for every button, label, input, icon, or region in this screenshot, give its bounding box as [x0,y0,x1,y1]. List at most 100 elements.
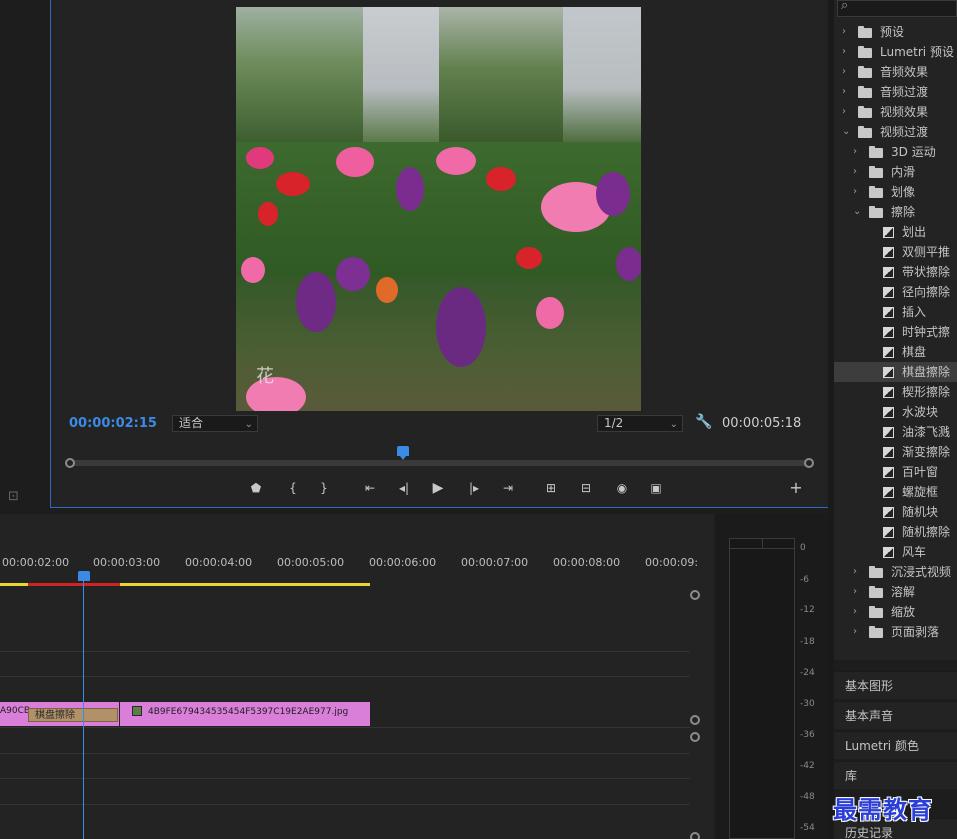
export-frame-icon[interactable]: ◉ [612,479,632,497]
effects-tree-item-label: 视频效果 [880,105,929,119]
transition-icon [883,487,894,498]
effects-tree-item[interactable]: 风车 [834,542,957,562]
effects-tree-item[interactable]: 水波块 [834,402,957,422]
effects-tree-item[interactable]: › 沉浸式视频 [834,562,957,582]
chevron-right-icon[interactable]: › [842,82,846,102]
effects-tree-item[interactable]: 双侧平推 [834,242,957,262]
db-label: -6 [800,575,809,585]
effects-tree-item[interactable]: 棋盘 [834,342,957,362]
effects-tree-item[interactable]: 带状擦除 [834,262,957,282]
chevron-right-icon[interactable]: › [842,62,846,82]
panel-essential-graphics-label: 基本图形 [845,679,894,693]
scrub-end-handle[interactable] [804,458,814,468]
folder-icon [869,166,883,178]
play-icon[interactable]: ▶ [428,479,448,497]
effects-tree-item[interactable]: › 视频效果 [834,102,957,122]
db-label: -18 [800,637,815,647]
effects-tree-item[interactable]: › 3D 运动 [834,142,957,162]
effects-tree-item[interactable]: › 音频效果 [834,62,957,82]
wrench-icon[interactable]: 🔧 [695,414,712,430]
chevron-right-icon[interactable]: › [853,562,857,582]
zoom-fit-select[interactable]: 适合 ⌄ [172,415,258,432]
transition-icon [883,227,894,238]
monitor-playhead[interactable] [397,446,409,460]
effects-tree-item-label: 3D 运动 [891,145,936,159]
panel-lumetri-color[interactable]: Lumetri 颜色 [834,731,957,759]
chevron-right-icon[interactable]: › [853,622,857,642]
extract-icon[interactable]: ⊟ [576,479,596,497]
effects-tree-item[interactable]: › 内滑 [834,162,957,182]
effects-tree-item[interactable]: 螺旋框 [834,482,957,502]
chevron-right-icon[interactable]: › [853,182,857,202]
playback-resolution-select[interactable]: 1/2 ⌄ [597,415,683,432]
timeline-playhead[interactable] [78,571,90,581]
effects-tree-item[interactable]: ⌄ 视频过渡 [834,122,957,142]
scroll-handle-top[interactable] [690,590,700,600]
effects-tree-item[interactable]: › Lumetri 预设 [834,42,957,62]
db-label: 0 [800,543,806,553]
chevron-right-icon[interactable]: › [853,602,857,622]
effects-tree-item[interactable]: › 页面剥落 [834,622,957,642]
chevron-right-icon[interactable]: › [842,22,846,42]
effects-tree-item[interactable]: 百叶窗 [834,462,957,482]
effects-tree-item[interactable]: 棋盘擦除 [834,362,957,382]
effects-tree-item[interactable]: › 划像 [834,182,957,202]
effects-tree-item[interactable]: 划出 [834,222,957,242]
effects-search-input[interactable] [837,0,957,17]
ruler-tick: 00:00:04:00 [185,556,253,569]
effects-tree-item-label: 随机擦除 [902,525,951,539]
scroll-handle-bottom[interactable] [690,832,700,839]
add-marker-icon[interactable]: ⬟ [246,479,266,497]
chevron-right-icon[interactable]: › [853,582,857,602]
chevron-down-icon[interactable]: ⌄ [842,122,850,142]
monitor-scrub-bar[interactable] [70,460,810,466]
effects-tree-item[interactable]: › 溶解 [834,582,957,602]
scroll-handle-mid[interactable] [690,715,700,725]
effects-tree-item[interactable]: 插入 [834,302,957,322]
panel-libraries[interactable]: 库 [834,761,957,789]
effects-tree-item[interactable]: 径向擦除 [834,282,957,302]
zoom-fit-value: 适合 [179,416,204,430]
chevron-down-icon[interactable]: ⌄ [853,202,861,222]
transition-clip[interactable]: 棋盘擦除 [28,708,118,722]
scroll-handle-mid[interactable] [690,732,700,742]
transition-icon [883,267,894,278]
transition-label: 棋盘擦除 [35,710,75,721]
effects-tree-item[interactable]: 楔形擦除 [834,382,957,402]
clip-b[interactable]: 4B9FE679434535454F5397C19E2AE977.jpg [120,702,370,726]
effects-tree-item[interactable]: 随机擦除 [834,522,957,542]
program-video-frame[interactable]: 花 [236,7,641,411]
effects-tree-item[interactable]: › 缩放 [834,602,957,622]
step-back-icon[interactable]: ◂| [394,479,414,497]
chevron-right-icon[interactable]: › [853,142,857,162]
chevron-right-icon[interactable]: › [853,162,857,182]
lift-icon[interactable]: ⊞ [541,479,561,497]
chevron-right-icon[interactable]: › [842,42,846,62]
effects-tree-item[interactable]: ⌄ 擦除 [834,202,957,222]
step-forward-icon[interactable]: |▸ [464,479,484,497]
panel-essential-sound[interactable]: 基本声音 [834,701,957,729]
mark-out-icon[interactable]: } [314,479,334,497]
comparison-view-icon[interactable]: ▣ [646,479,666,497]
image-clip-icon [132,706,142,716]
effects-tree-item[interactable]: 随机块 [834,502,957,522]
go-to-out-icon[interactable]: ⇥ [498,479,518,497]
effects-tree-item[interactable]: 渐变擦除 [834,442,957,462]
current-timecode[interactable]: 00:00:02:15 [69,416,157,431]
effects-tree-item[interactable]: › 预设 [834,22,957,42]
mark-in-icon[interactable]: { [283,479,303,497]
effects-tree-item-label: 水波块 [902,405,939,419]
panel-essential-graphics[interactable]: 基本图形 [834,671,957,699]
go-to-in-icon[interactable]: ⇤ [360,479,380,497]
effects-tree-item[interactable]: › 音频过渡 [834,82,957,102]
tray-icon[interactable]: ⊡ [8,489,19,504]
effects-tree-item[interactable]: 时钟式擦 [834,322,957,342]
ruler-tick: 00:00:03:00 [93,556,161,569]
scrub-start-handle[interactable] [65,458,75,468]
folder-icon [858,66,872,78]
effects-tree-item[interactable]: 油漆飞溅 [834,422,957,442]
folder-icon [869,186,883,198]
chevron-right-icon[interactable]: › [842,102,846,122]
button-editor-plus-icon[interactable]: + [786,479,806,497]
transition-icon [883,367,894,378]
